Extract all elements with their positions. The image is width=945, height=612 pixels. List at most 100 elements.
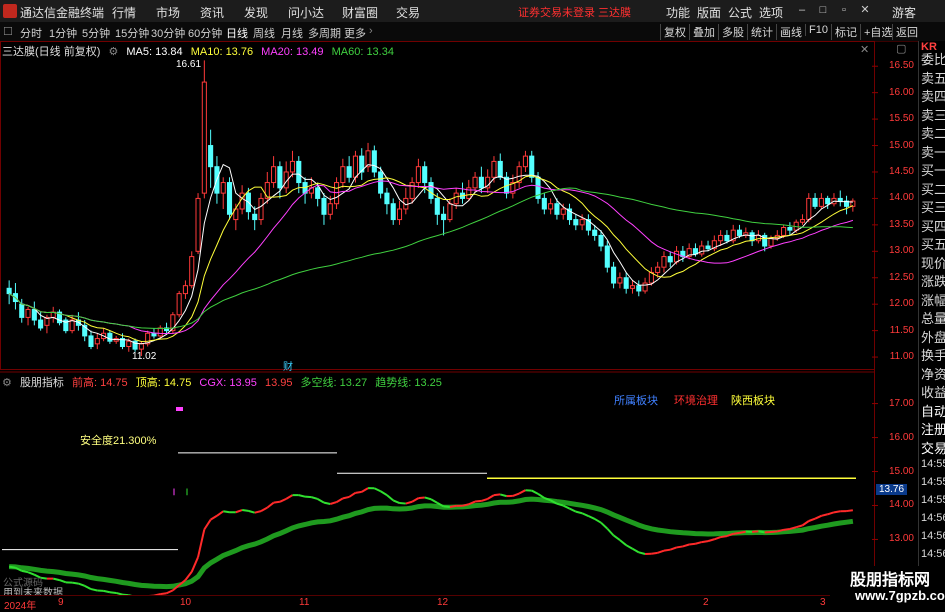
menu-banmian[interactable]: 版面	[697, 4, 721, 21]
duokong-segment	[595, 519, 601, 523]
candle-body	[39, 320, 43, 328]
panel-item: 买三	[921, 197, 945, 216]
panel-item: 涨幅	[921, 290, 945, 309]
duokong-segment	[53, 579, 59, 580]
sector-huanjing[interactable]: 环境治理	[674, 392, 718, 408]
sector-label[interactable]: 所属板块	[614, 392, 658, 408]
menu-faxian[interactable]: 发现	[244, 4, 268, 21]
menu-hangqing[interactable]: 行情	[112, 4, 136, 21]
menu-xuanxiang[interactable]: 选项	[759, 4, 783, 21]
y-tick-label: 12.00	[872, 298, 914, 309]
candle-body	[227, 183, 231, 215]
period-1min[interactable]: 1分钟	[49, 25, 77, 41]
duokong-segment	[702, 541, 708, 542]
duokong-segment	[802, 521, 808, 525]
duokong-segment	[255, 511, 261, 513]
duokong-segment	[651, 553, 657, 554]
x-label-2024: 2024年	[4, 597, 36, 612]
menu-caifuquan[interactable]: 财富圈	[342, 4, 378, 21]
close-icon[interactable]: ✕	[858, 3, 872, 17]
duokong-segment	[425, 497, 431, 499]
main-cross-icon[interactable]: ✕	[860, 43, 869, 56]
menu-gongshi[interactable]: 公式	[728, 4, 752, 21]
watermark-url: www.7gpzb.com	[855, 588, 945, 603]
duokong-segment	[607, 529, 613, 536]
period-daily[interactable]: 日线	[226, 25, 248, 41]
duokong-segment	[211, 516, 217, 520]
indicator-settings-icon[interactable]: ⚙	[2, 377, 12, 389]
menu-gongneng[interactable]: 功能	[666, 4, 690, 21]
period-60min[interactable]: 60分钟	[188, 25, 222, 41]
period-fenshi[interactable]: 分时	[20, 25, 42, 41]
duokong-segment	[828, 512, 834, 514]
duokong-segment	[198, 529, 204, 557]
sector-shaanxi[interactable]: 陕西板块	[731, 392, 775, 408]
period-15min[interactable]: 15分钟	[115, 25, 149, 41]
period-toolbar: ☐ 分时 1分钟 5分钟 15分钟 30分钟 60分钟 日线 周线 月线 多周期…	[0, 22, 945, 42]
minimize-icon[interactable]: –	[795, 3, 809, 17]
candle-body	[221, 183, 225, 194]
panel-item[interactable]: 自动	[921, 401, 945, 420]
period-monthly[interactable]: 月线	[281, 25, 303, 41]
indicator-info: ⚙ 股朋指标 前高: 14.75 顶高: 14.75 CGX: 13.95 13…	[2, 374, 447, 390]
duokong-segment	[519, 490, 525, 493]
finance-marker[interactable]: 财	[283, 358, 293, 373]
duokong-segment	[299, 495, 305, 497]
duokong-segment	[217, 511, 223, 516]
y-tick-label: 15.50	[872, 113, 914, 124]
duokong-segment	[450, 506, 456, 507]
menu-wenxiaoda[interactable]: 问小达	[288, 4, 324, 21]
menu-jiaoyi[interactable]: 交易	[396, 4, 420, 21]
candle-body	[190, 257, 194, 286]
btn-zixuan[interactable]: +自选	[860, 24, 895, 40]
duokong-segment	[406, 502, 412, 504]
btn-fanhui[interactable]: 返回	[892, 24, 921, 40]
duokong-segment	[784, 529, 790, 530]
btn-huaxian[interactable]: 画线	[776, 24, 805, 40]
site-watermark: 股朋指标网 www.7gpzb.com	[830, 566, 945, 609]
panel-item: 收益	[921, 382, 945, 401]
x-label-sep: 9	[58, 597, 64, 608]
toolbar-check-icon[interactable]: ☐	[3, 25, 13, 38]
period-5min[interactable]: 5分钟	[82, 25, 110, 41]
btn-duogu[interactable]: 多股	[718, 24, 747, 40]
btn-tongji[interactable]: 统计	[747, 24, 776, 40]
restore-icon[interactable]: ▫	[837, 3, 851, 17]
period-30min[interactable]: 30分钟	[151, 25, 185, 41]
duokong-segment	[324, 503, 330, 504]
duokong-segment	[796, 525, 802, 527]
candle-body	[838, 198, 842, 201]
panel-item[interactable]: 交易	[921, 438, 945, 457]
guest-login[interactable]: 游客	[892, 4, 916, 21]
btn-fuquan[interactable]: 复权	[660, 24, 689, 40]
candlestick-series	[7, 60, 855, 356]
main-expand-icon[interactable]: ▢	[896, 42, 906, 55]
duokong-segment	[563, 506, 569, 509]
settings-gear-icon[interactable]: ⚙	[108, 46, 118, 58]
period-multi[interactable]: 多周期	[308, 25, 341, 41]
duokong-segment	[248, 511, 254, 513]
duokong-segment	[683, 545, 689, 547]
panel-item[interactable]: 注册	[921, 419, 945, 438]
more-chevron-icon[interactable]: ›	[369, 25, 373, 37]
x-label-dec: 12	[437, 597, 448, 608]
duokong-segment	[418, 497, 424, 498]
duokong-segment	[689, 544, 695, 545]
duokong-segment	[771, 531, 777, 532]
duokong-segment	[343, 497, 349, 498]
panel-item: 卖五	[921, 68, 945, 87]
btn-biaoji[interactable]: 标记	[831, 24, 860, 40]
duokong-segment	[475, 501, 481, 502]
btn-f10[interactable]: F10	[805, 24, 831, 36]
maximize-icon[interactable]: □	[816, 3, 830, 17]
candle-body	[719, 235, 723, 240]
btn-diejia[interactable]: 叠加	[689, 24, 718, 40]
panel-item: 买五	[921, 234, 945, 253]
period-weekly[interactable]: 周线	[253, 25, 275, 41]
period-more[interactable]: 更多	[344, 25, 366, 41]
panel-time: 14:56	[921, 548, 945, 560]
menu-zixun[interactable]: 资讯	[200, 4, 224, 21]
chart-area[interactable]	[0, 41, 918, 595]
menu-shichang[interactable]: 市场	[156, 4, 180, 21]
duokong-segment	[393, 500, 399, 503]
